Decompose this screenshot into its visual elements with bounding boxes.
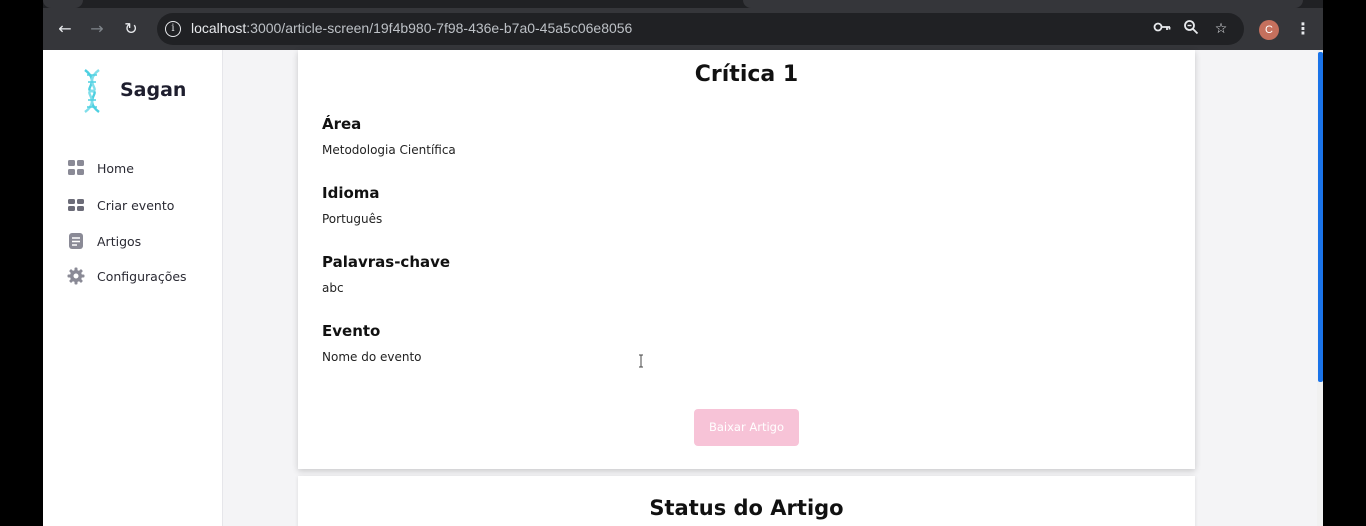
sidebar-item-artigos[interactable]: Artigos [67, 229, 141, 253]
download-article-button[interactable]: Baixar Artigo [694, 409, 799, 446]
article-card: Crítica 1 Área Metodologia Científica Id… [298, 50, 1195, 469]
field-label-area: Área [322, 115, 362, 133]
tab-fragment[interactable] [743, 0, 1303, 8]
key-icon[interactable] [1152, 19, 1172, 39]
field-value-area: Metodologia Científica [322, 143, 456, 157]
scrollbar-thumb[interactable] [1318, 52, 1323, 382]
event-icon [68, 199, 84, 211]
back-icon[interactable]: ← [53, 17, 77, 41]
document-icon [69, 233, 83, 249]
sidebar-item-label: Configurações [97, 268, 187, 284]
sidebar: Sagan Home Criar evento Artigos Configur… [43, 50, 223, 526]
url-path: :3000/article-screen/19f4b980-7f98-436e-… [246, 20, 633, 36]
sidebar-item-label: Home [97, 160, 134, 176]
field-value-evento: Nome do evento [322, 350, 422, 364]
info-icon[interactable]: i [165, 21, 181, 37]
page-scrollbar[interactable] [1317, 50, 1323, 526]
menu-icon[interactable]: ⋮ [1293, 17, 1313, 41]
brand-name: Sagan [120, 79, 187, 101]
reload-icon[interactable]: ↻ [119, 17, 143, 41]
forward-icon[interactable]: → [85, 17, 109, 41]
sidebar-item-label: Criar evento [97, 197, 175, 213]
field-label-evento: Evento [322, 322, 381, 340]
field-value-palavras-chave: abc [322, 281, 344, 295]
sidebar-item-label: Artigos [97, 233, 142, 249]
sidebar-item-configuracoes[interactable]: Configurações [67, 264, 187, 288]
url-text[interactable]: localhost:3000/article-screen/19f4b980-7… [191, 20, 632, 36]
status-card: Status do Artigo [298, 476, 1195, 526]
tab-strip [43, 0, 1323, 8]
browser-toolbar: ← → ↻ i localhost:3000/article-screen/19… [43, 8, 1323, 50]
tab-fragment[interactable] [43, 0, 83, 8]
star-icon[interactable]: ☆ [1211, 19, 1231, 39]
zoom-icon[interactable] [1181, 19, 1201, 39]
gear-icon [67, 267, 85, 285]
browser-window: ← → ↻ i localhost:3000/article-screen/19… [43, 0, 1323, 526]
text-cursor-icon [639, 354, 643, 368]
profile-avatar[interactable]: C [1259, 20, 1279, 40]
article-title: Crítica 1 [694, 62, 799, 87]
url-host: localhost [191, 20, 247, 36]
field-value-idioma: Português [322, 212, 383, 226]
status-title: Status do Artigo [649, 496, 844, 520]
field-label-palavras-chave: Palavras-chave [322, 253, 451, 271]
sidebar-item-home[interactable]: Home [67, 156, 134, 180]
field-label-idioma: Idioma [322, 184, 380, 202]
dna-logo-icon [84, 69, 100, 113]
page-viewport: Sagan Home Criar evento Artigos Configur… [43, 50, 1323, 526]
sidebar-item-criar-evento[interactable]: Criar evento [67, 193, 174, 217]
grid-icon [68, 160, 84, 175]
address-bar[interactable]: i localhost:3000/article-screen/19f4b980… [157, 13, 1244, 45]
